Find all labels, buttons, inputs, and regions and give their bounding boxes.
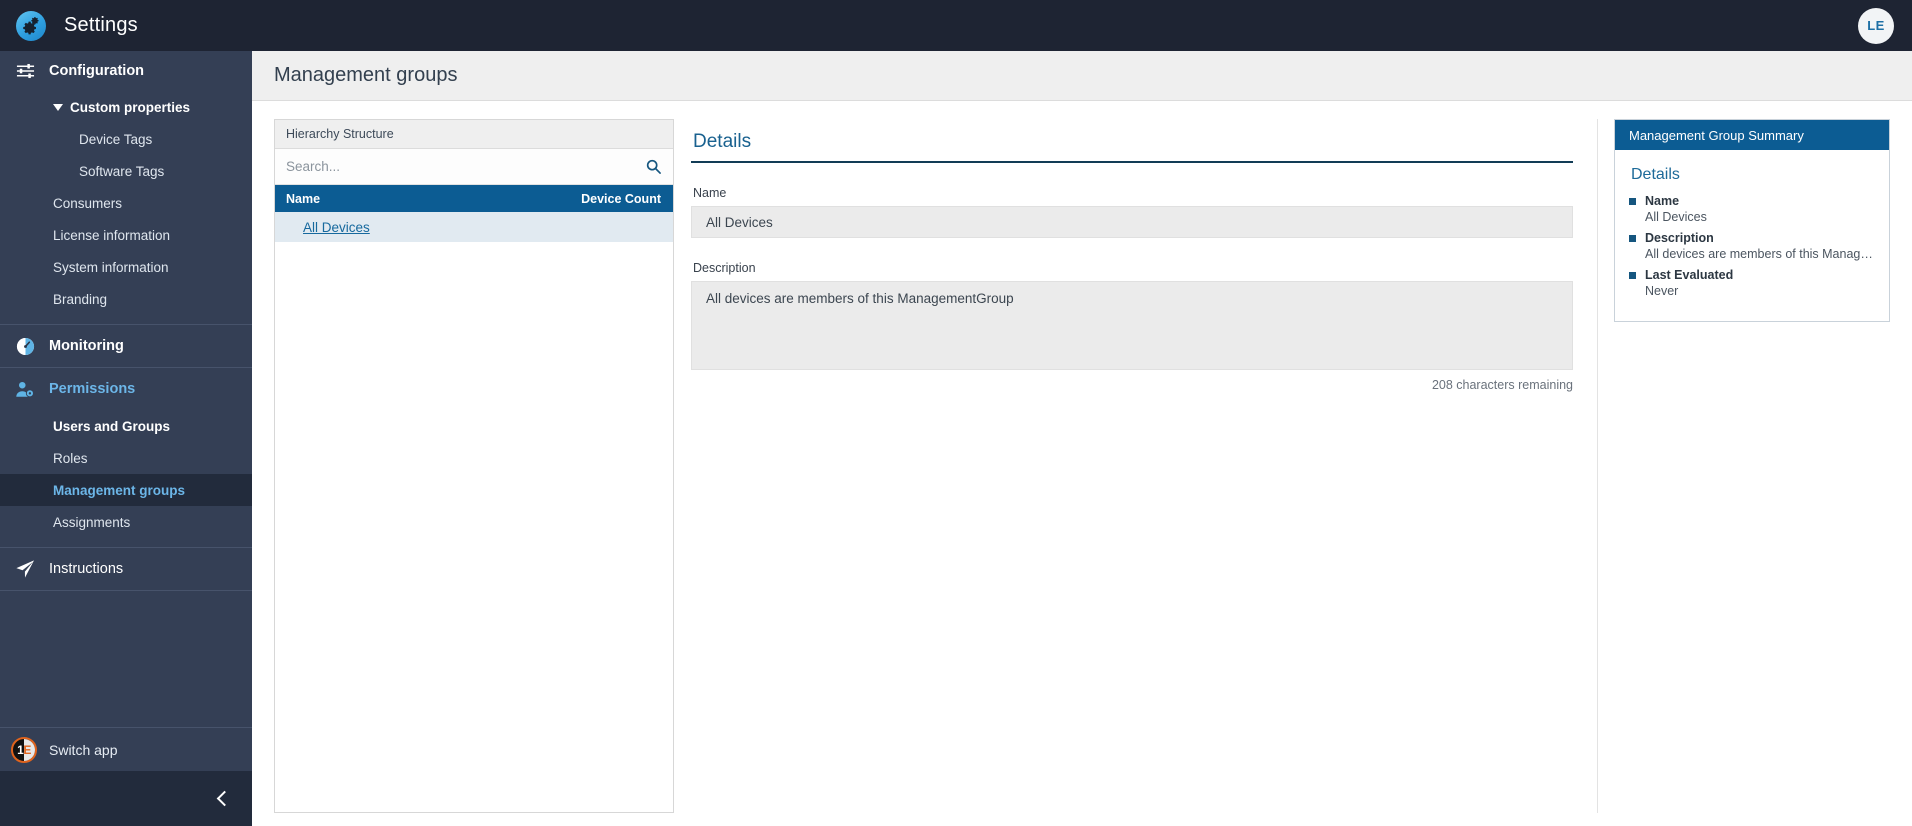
sidebar-item-label: Assignments (53, 514, 131, 530)
description-label: Description (693, 261, 756, 275)
sidebar-item-label: Management groups (53, 482, 186, 498)
sidebar-item-custom-properties[interactable]: Custom properties (0, 91, 252, 123)
settings-app: Settings LE Configuration Custom propert… (0, 0, 1912, 826)
sidebar-item-users-and-groups[interactable]: Users and Groups (0, 410, 252, 442)
summary-key-label: Description (1645, 231, 1714, 245)
summary-body: Details Name All Devices Description All… (1615, 150, 1889, 321)
sidebar-group-configuration[interactable]: Configuration (0, 51, 252, 91)
tree-item-all-devices[interactable]: All Devices (303, 220, 370, 235)
sidebar-item-assignments[interactable]: Assignments (0, 506, 252, 538)
column-header-device-count[interactable]: Device Count (581, 192, 661, 206)
summary-value: All Devices (1645, 210, 1707, 224)
page-title: Management groups (274, 64, 458, 86)
sidebar-nav: Configuration Custom properties Device T… (0, 51, 252, 727)
sidebar-collapse-button[interactable] (0, 771, 252, 826)
sidebar-item-label: Device Tags (79, 131, 153, 147)
user-gear-icon (11, 379, 39, 399)
name-label: Name (693, 186, 727, 200)
details-heading: Details (691, 119, 1573, 163)
column-header-name[interactable]: Name (286, 192, 320, 206)
bullet-square-icon (1629, 271, 1636, 279)
page-header: Management groups (252, 51, 1912, 101)
avatar[interactable]: LE (1858, 7, 1894, 44)
character-counter: 208 characters remaining (1431, 378, 1573, 392)
sidebar-item-software-tags[interactable]: Software Tags (0, 155, 252, 187)
summary-item-last-evaluated: Last Evaluated Never (1629, 268, 1875, 298)
summary-key-label: Name (1645, 194, 1680, 208)
sidebar-item-label: System information (53, 259, 169, 275)
name-field[interactable]: All Devices (691, 206, 1573, 238)
sidebar-group-monitoring[interactable]: Monitoring (0, 325, 252, 367)
switch-app-label: Switch app (49, 741, 118, 758)
sidebar-group-label: Configuration (49, 63, 145, 79)
sidebar-item-label: Consumers (53, 195, 123, 211)
switch-app-button[interactable]: 1E Switch app (0, 727, 252, 771)
sidebar-item-label: Software Tags (79, 163, 165, 179)
sidebar-divider (0, 590, 252, 591)
summary-item-description: Description All devices are members of t… (1629, 231, 1875, 261)
top-bar: Settings LE (0, 0, 1912, 51)
chevron-down-icon (53, 103, 63, 111)
chevron-left-icon (216, 790, 233, 807)
sidebar-group-label: Monitoring (49, 338, 124, 354)
sidebar-item-branding[interactable]: Branding (0, 283, 252, 315)
sidebar-group-instructions[interactable]: Instructions (0, 548, 252, 590)
main-content: Management groups Hierarchy Structure Se… (252, 51, 1912, 826)
app-body: Configuration Custom properties Device T… (0, 51, 1912, 826)
hierarchy-table-header: Name Device Count (275, 185, 673, 212)
bullet-square-icon (1629, 234, 1636, 242)
summary-value: All devices are members of this Manag… (1645, 247, 1873, 261)
description-field[interactable]: All devices are members of this Manageme… (691, 281, 1573, 370)
gauge-icon (11, 336, 39, 356)
sidebar-item-label: Branding (53, 291, 108, 307)
sidebar-item-system-information[interactable]: System information (0, 251, 252, 283)
search-icon[interactable] (646, 159, 661, 174)
hierarchy-empty-area (275, 242, 673, 812)
search-input[interactable] (286, 159, 646, 174)
sidebar-item-management-groups[interactable]: Management groups (0, 474, 252, 506)
one-e-logo-icon: 1E (11, 736, 37, 763)
summary-key-label: Last Evaluated (1645, 268, 1734, 282)
sliders-icon (11, 61, 39, 81)
summary-key: Description (1629, 231, 1875, 245)
paper-plane-icon (11, 559, 39, 579)
summary-item-name: Name All Devices (1629, 194, 1875, 224)
summary-panel-wrapper: Management Group Summary Details Name Al… (1598, 119, 1890, 826)
sidebar-item-label: Roles (53, 450, 88, 466)
sidebar: Configuration Custom properties Device T… (0, 51, 252, 826)
summary-key: Name (1629, 194, 1875, 208)
summary-key: Last Evaluated (1629, 268, 1875, 282)
sidebar-item-label: Custom properties (70, 99, 191, 115)
sidebar-item-roles[interactable]: Roles (0, 442, 252, 474)
one-e-logo-text-2: E (23, 742, 31, 757)
hierarchy-search-row (275, 149, 673, 185)
summary-heading: Details (1631, 166, 1680, 183)
app-title: Settings (64, 14, 138, 36)
sidebar-item-device-tags[interactable]: Device Tags (0, 123, 252, 155)
sidebar-item-label: License information (53, 227, 171, 243)
gears-icon (16, 10, 46, 41)
bullet-square-icon (1629, 197, 1636, 205)
details-panel: Details Name All Devices Description All… (674, 119, 1598, 813)
hierarchy-panel-title: Hierarchy Structure (275, 120, 673, 149)
summary-value: Never (1645, 284, 1679, 298)
sidebar-item-label: Users and Groups (53, 418, 171, 434)
hierarchy-panel: Hierarchy Structure Name Device Count (274, 119, 674, 813)
management-group-summary-panel: Management Group Summary Details Name Al… (1614, 119, 1890, 322)
content-area: Hierarchy Structure Name Device Count (252, 101, 1912, 826)
sidebar-group-permissions[interactable]: Permissions (0, 368, 252, 410)
sidebar-item-consumers[interactable]: Consumers (0, 187, 252, 219)
sidebar-item-license-information[interactable]: License information (0, 219, 252, 251)
table-row[interactable]: All Devices (275, 212, 673, 242)
sidebar-group-label: Permissions (49, 381, 136, 397)
sidebar-group-label: Instructions (49, 561, 124, 577)
summary-header: Management Group Summary (1615, 120, 1889, 150)
